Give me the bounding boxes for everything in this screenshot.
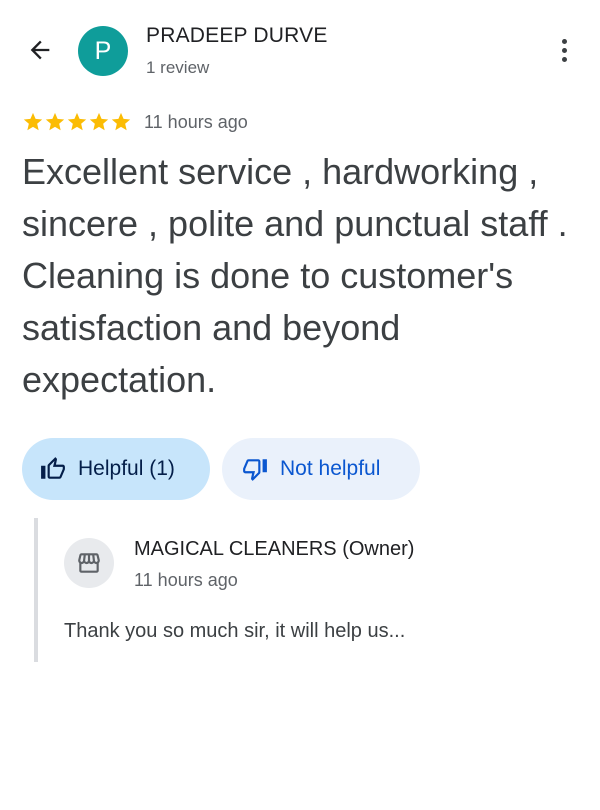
owner-response-time: 11 hours ago [134,570,238,590]
thumb-up-icon [41,457,65,479]
not-helpful-label: Not helpful [280,457,381,480]
thumb-down-icon [243,459,267,481]
back-button[interactable] [20,30,60,70]
more-vert-icon-dot [561,56,567,62]
arrow-back-icon [30,40,50,60]
not-helpful-button[interactable]: Not helpful [222,438,420,500]
review-text: Excellent service , hardworking , sincer… [22,151,568,400]
star-rating [22,111,132,133]
review-actions: Helpful (1) Not helpful [22,438,420,500]
star-icon [89,112,109,131]
star-icon [67,112,87,131]
star-icon [23,112,43,131]
review-time: 11 hours ago [144,111,248,132]
review-header: P PRADEEP DURVE 1 review [0,0,600,100]
more-options-button[interactable] [548,30,580,70]
more-vert-icon-dot [561,47,567,53]
owner-reply-text: Thank you so much sir, it will help us..… [64,620,406,642]
helpful-label: Helpful (1) [78,457,175,480]
star-icon [45,112,65,131]
owner-response: MAGICAL CLEANERS (Owner) 11 hours ago Th… [34,518,574,662]
owner-name: MAGICAL CLEANERS (Owner) [134,538,415,560]
reviewer-name[interactable]: PRADEEP DURVE [146,24,328,48]
avatar-letter: P [94,36,112,65]
owner-avatar [64,538,114,588]
star-icon [111,112,131,131]
helpful-button[interactable]: Helpful (1) [22,438,210,500]
reviewer-avatar[interactable]: P [78,26,128,76]
more-vert-icon [561,38,567,44]
rating-row: 11 hours ago [22,108,248,136]
review-count: 1 review [146,58,210,77]
storefront-icon [78,553,100,573]
